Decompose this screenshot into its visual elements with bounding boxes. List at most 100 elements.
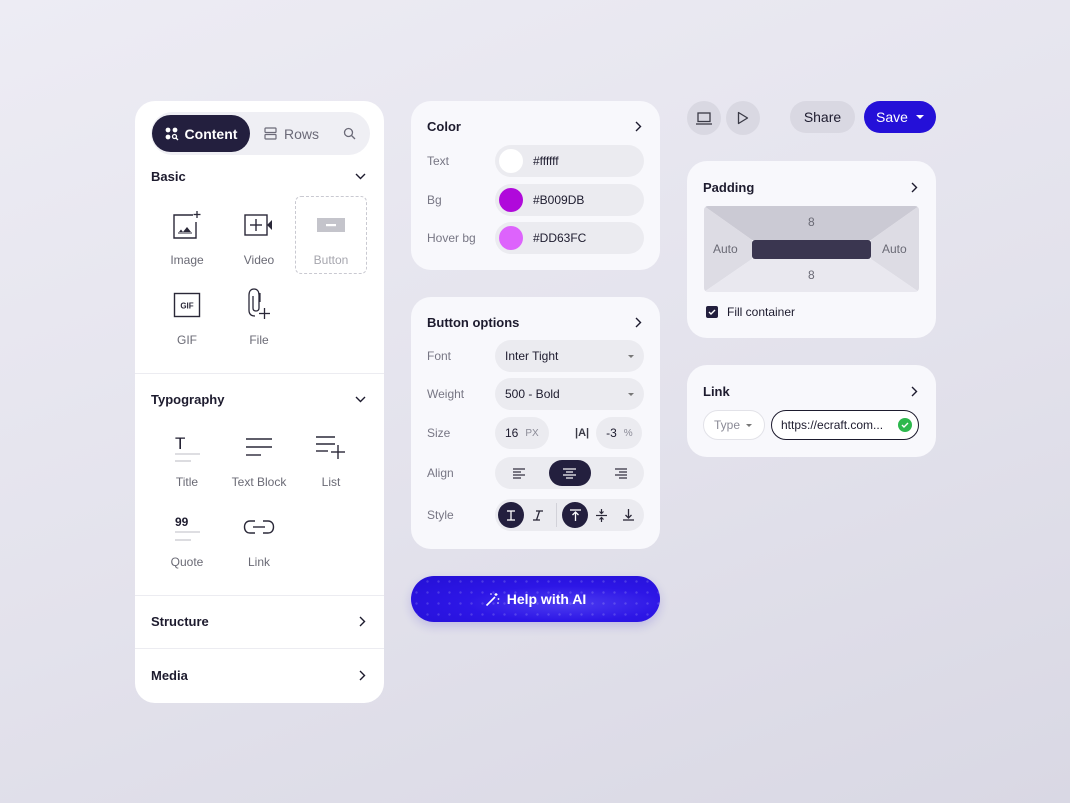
divider xyxy=(135,373,384,374)
letter-spacing-input[interactable]: -3 % xyxy=(596,417,643,449)
block-file-label: File xyxy=(249,333,269,347)
color-input-text[interactable]: #ffffff xyxy=(495,145,644,177)
svg-text:GIF: GIF xyxy=(180,302,193,311)
color-swatch[interactable] xyxy=(499,188,523,212)
gif-icon: GIF xyxy=(173,292,201,318)
padding-panel-title: Padding xyxy=(703,180,755,195)
block-title[interactable]: T Title xyxy=(151,419,223,497)
block-image-label: Image xyxy=(170,253,204,267)
color-value: #ffffff xyxy=(533,154,559,168)
color-row-hover-bg: Hover bg #DD63FC xyxy=(427,222,644,254)
save-button[interactable]: Save xyxy=(864,101,936,133)
color-row-label: Bg xyxy=(427,193,442,207)
preview-button[interactable] xyxy=(726,101,760,135)
fill-container-checkbox[interactable] xyxy=(706,306,718,318)
color-row-text: Text #ffffff xyxy=(427,145,644,177)
list-add-icon xyxy=(316,436,345,459)
padding-left-value[interactable]: Auto xyxy=(713,242,738,256)
chevron-right-icon xyxy=(635,121,642,132)
valign-bottom-button[interactable] xyxy=(615,502,641,528)
letter-spacing-unit: % xyxy=(623,427,633,439)
valign-top-button[interactable] xyxy=(562,502,588,528)
tab-rows[interactable]: Rows xyxy=(264,126,319,142)
section-typography-header[interactable]: Typography xyxy=(151,392,366,407)
font-size-value: 16 xyxy=(505,426,519,440)
color-input-bg[interactable]: #B009DB xyxy=(495,184,644,216)
align-center-icon xyxy=(563,467,576,479)
link-panel: Link Type https://ecraft.com... xyxy=(687,365,936,457)
button-options-header[interactable]: Button options xyxy=(427,315,642,330)
weight-label: Weight xyxy=(427,387,465,401)
content-grid-search-icon xyxy=(165,127,179,140)
font-size-unit: PX xyxy=(525,427,539,439)
align-right-button[interactable] xyxy=(599,460,641,486)
search-icon xyxy=(343,127,356,140)
block-button-label: Button xyxy=(313,253,349,267)
section-structure-header[interactable]: Structure xyxy=(151,614,366,629)
font-select[interactable]: Inter Tight xyxy=(495,340,644,372)
block-title-label: Title xyxy=(175,475,199,489)
caret-down-icon[interactable] xyxy=(915,115,924,119)
help-with-ai-label: Help with AI xyxy=(506,591,587,607)
section-media-header[interactable]: Media xyxy=(151,668,366,683)
link-panel-header[interactable]: Link xyxy=(703,384,918,399)
block-quote[interactable]: 99 Quote xyxy=(151,499,223,577)
style-row: Style xyxy=(427,499,644,531)
section-media-title: Media xyxy=(151,668,188,683)
caret-down-icon xyxy=(746,423,752,427)
block-button[interactable]: Button xyxy=(295,196,367,274)
valign-middle-button[interactable] xyxy=(589,502,615,528)
letter-spacing-icon: |A| xyxy=(575,427,590,439)
divider xyxy=(135,595,384,596)
style-label: Style xyxy=(427,508,454,522)
padding-top-value[interactable]: 8 xyxy=(808,215,815,229)
color-swatch[interactable] xyxy=(499,149,523,173)
style-italic-button[interactable] xyxy=(526,502,552,528)
block-gif[interactable]: GIF GIF xyxy=(151,277,223,355)
color-panel-header[interactable]: Color xyxy=(427,119,642,134)
style-upright-button[interactable] xyxy=(498,502,524,528)
padding-panel-header[interactable]: Padding xyxy=(703,180,918,195)
fill-container-option[interactable]: Fill container xyxy=(706,305,795,319)
block-video[interactable]: Video xyxy=(223,197,295,275)
block-gif-label: GIF xyxy=(177,333,197,347)
valid-check-icon xyxy=(898,418,912,432)
color-panel-title: Color xyxy=(427,119,461,134)
share-button[interactable]: Share xyxy=(790,101,855,133)
caret-down-icon xyxy=(628,354,634,358)
block-image[interactable]: Image xyxy=(151,197,223,275)
block-text-block[interactable]: Text Block xyxy=(223,419,295,497)
video-add-icon xyxy=(244,214,272,236)
align-row: Align xyxy=(427,457,644,489)
chevron-down-icon xyxy=(355,173,366,180)
desktop-view-button[interactable] xyxy=(687,101,721,135)
font-row: Font Inter Tight xyxy=(427,340,644,372)
section-structure-title: Structure xyxy=(151,614,209,629)
section-basic-header[interactable]: Basic xyxy=(151,169,366,184)
share-label: Share xyxy=(803,109,842,125)
sidebar-tabbar: Content Rows xyxy=(151,112,370,155)
block-file[interactable]: File xyxy=(223,277,295,355)
help-with-ai-button[interactable]: Help with AI xyxy=(411,576,660,622)
tab-content[interactable]: Content xyxy=(152,115,250,152)
align-top-icon xyxy=(569,509,581,521)
align-center-button[interactable] xyxy=(548,460,591,486)
padding-right-value[interactable]: Auto xyxy=(882,242,907,256)
font-size-input[interactable]: 16 PX xyxy=(495,417,549,449)
link-url-input[interactable]: https://ecraft.com... xyxy=(771,410,919,440)
search-button[interactable] xyxy=(343,127,356,140)
fill-container-label: Fill container xyxy=(727,305,796,319)
play-icon xyxy=(737,111,749,125)
color-input-hover-bg[interactable]: #DD63FC xyxy=(495,222,644,254)
divider xyxy=(135,648,384,649)
color-swatch[interactable] xyxy=(499,226,523,250)
padding-bottom-value[interactable]: 8 xyxy=(808,268,815,282)
section-typography-title: Typography xyxy=(151,392,225,407)
block-link[interactable]: Link xyxy=(223,499,295,577)
link-type-select[interactable]: Type xyxy=(703,410,765,440)
caret-down-icon xyxy=(628,392,634,396)
weight-select[interactable]: 500 - Bold xyxy=(495,378,644,410)
color-value: #B009DB xyxy=(533,193,585,207)
block-list[interactable]: List xyxy=(295,419,367,497)
align-left-button[interactable] xyxy=(498,460,540,486)
